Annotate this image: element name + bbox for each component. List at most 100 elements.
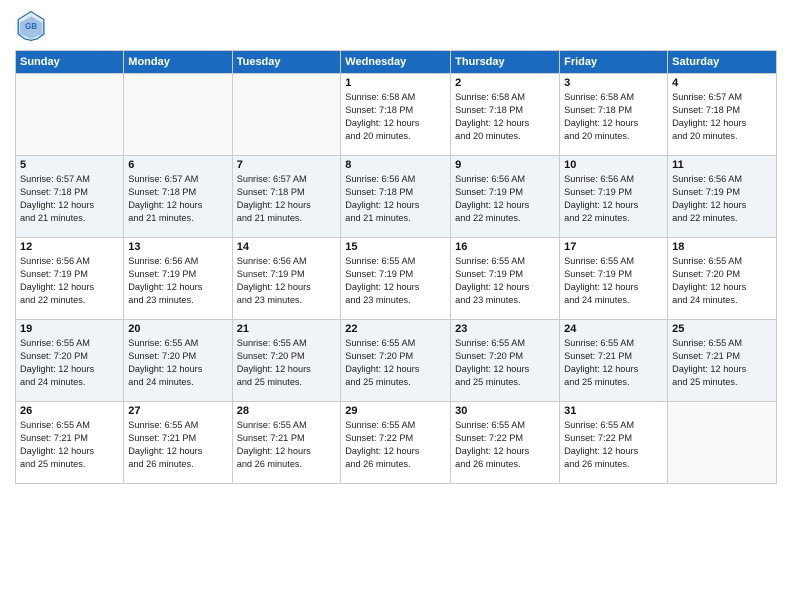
day-number: 31 [564, 405, 663, 417]
calendar-cell: 22 Sunrise: 6:55 AM Sunset: 7:20 PM Dayli… [341, 320, 451, 402]
calendar-cell: 27 Sunrise: 6:55 AM Sunset: 7:21 PM Dayli… [124, 402, 232, 484]
cell-info: Sunrise: 6:55 AM Sunset: 7:20 PM Dayligh… [672, 255, 772, 307]
calendar-cell: 17 Sunrise: 6:55 AM Sunset: 7:19 PM Dayli… [560, 238, 668, 320]
day-number: 24 [564, 323, 663, 335]
day-number: 10 [564, 159, 663, 171]
cell-info: Sunrise: 6:55 AM Sunset: 7:22 PM Dayligh… [345, 419, 446, 471]
day-number: 15 [345, 241, 446, 253]
day-number: 4 [672, 77, 772, 89]
calendar-cell: 31 Sunrise: 6:55 AM Sunset: 7:22 PM Dayli… [560, 402, 668, 484]
calendar-cell: 18 Sunrise: 6:55 AM Sunset: 7:20 PM Dayli… [668, 238, 777, 320]
cell-info: Sunrise: 6:55 AM Sunset: 7:19 PM Dayligh… [564, 255, 663, 307]
page: GB SundayMondayTuesdayWednesdayThursdayF… [0, 0, 792, 612]
cell-info: Sunrise: 6:58 AM Sunset: 7:18 PM Dayligh… [564, 91, 663, 143]
week-row-3: 19 Sunrise: 6:55 AM Sunset: 7:20 PM Dayli… [16, 320, 777, 402]
day-number: 19 [20, 323, 119, 335]
cell-info: Sunrise: 6:57 AM Sunset: 7:18 PM Dayligh… [672, 91, 772, 143]
cell-info: Sunrise: 6:55 AM Sunset: 7:19 PM Dayligh… [455, 255, 555, 307]
day-number: 12 [20, 241, 119, 253]
calendar-cell: 25Sunrise: 6:55 AM Sunset: 7:21 PM Dayli… [668, 320, 777, 402]
week-row-4: 26 Sunrise: 6:55 AM Sunset: 7:21 PM Dayli… [16, 402, 777, 484]
cell-info: Sunrise: 6:55 AM Sunset: 7:21 PM Dayligh… [672, 337, 772, 389]
cell-info: Sunrise: 6:55 AM Sunset: 7:22 PM Dayligh… [455, 419, 555, 471]
week-row-1: 5 Sunrise: 6:57 AM Sunset: 7:18 PM Daylig… [16, 156, 777, 238]
cell-info: Sunrise: 6:58 AM Sunset: 7:18 PM Dayligh… [345, 91, 446, 143]
cell-info: Sunrise: 6:55 AM Sunset: 7:20 PM Dayligh… [20, 337, 119, 389]
calendar-cell [668, 402, 777, 484]
cell-info: Sunrise: 6:55 AM Sunset: 7:22 PM Dayligh… [564, 419, 663, 471]
day-number: 13 [128, 241, 227, 253]
calendar-cell: 12 Sunrise: 6:56 AM Sunset: 7:19 PM Dayli… [16, 238, 124, 320]
day-number: 7 [237, 159, 337, 171]
week-row-2: 12 Sunrise: 6:56 AM Sunset: 7:19 PM Dayli… [16, 238, 777, 320]
day-number: 21 [237, 323, 337, 335]
calendar-cell: 13Sunrise: 6:56 AM Sunset: 7:19 PM Dayli… [124, 238, 232, 320]
cell-info: Sunrise: 6:55 AM Sunset: 7:20 PM Dayligh… [345, 337, 446, 389]
calendar-table: SundayMondayTuesdayWednesdayThursdayFrid… [15, 50, 777, 484]
calendar-cell: 29 Sunrise: 6:55 AM Sunset: 7:22 PM Dayli… [341, 402, 451, 484]
day-number: 16 [455, 241, 555, 253]
day-number: 26 [20, 405, 119, 417]
cell-info: Sunrise: 6:55 AM Sunset: 7:19 PM Dayligh… [345, 255, 446, 307]
calendar-cell [124, 74, 232, 156]
cell-info: Sunrise: 6:57 AM Sunset: 7:18 PM Dayligh… [237, 173, 337, 225]
day-number: 29 [345, 405, 446, 417]
day-number: 20 [128, 323, 227, 335]
day-number: 27 [128, 405, 227, 417]
svg-text:GB: GB [25, 22, 37, 31]
calendar-cell: 4 Sunrise: 6:57 AM Sunset: 7:18 PM Daylig… [668, 74, 777, 156]
calendar-cell: 20 Sunrise: 6:55 AM Sunset: 7:20 PM Dayli… [124, 320, 232, 402]
day-header-sunday: Sunday [16, 51, 124, 74]
cell-info: Sunrise: 6:56 AM Sunset: 7:19 PM Dayligh… [564, 173, 663, 225]
cell-info: Sunrise: 6:56 AM Sunset: 7:18 PM Dayligh… [345, 173, 446, 225]
day-number: 5 [20, 159, 119, 171]
calendar-cell: 16 Sunrise: 6:55 AM Sunset: 7:19 PM Dayli… [451, 238, 560, 320]
calendar-cell: 9 Sunrise: 6:56 AM Sunset: 7:19 PM Daylig… [451, 156, 560, 238]
calendar-cell: 23Sunrise: 6:55 AM Sunset: 7:20 PM Dayli… [451, 320, 560, 402]
cell-info: Sunrise: 6:55 AM Sunset: 7:21 PM Dayligh… [128, 419, 227, 471]
calendar-cell: 1 Sunrise: 6:58 AM Sunset: 7:18 PM Daylig… [341, 74, 451, 156]
cell-info: Sunrise: 6:57 AM Sunset: 7:18 PM Dayligh… [20, 173, 119, 225]
cell-info: Sunrise: 6:56 AM Sunset: 7:19 PM Dayligh… [237, 255, 337, 307]
calendar-cell: 11 Sunrise: 6:56 AM Sunset: 7:19 PM Dayli… [668, 156, 777, 238]
cell-info: Sunrise: 6:55 AM Sunset: 7:20 PM Dayligh… [455, 337, 555, 389]
calendar-cell: 6 Sunrise: 6:57 AM Sunset: 7:18 PM Daylig… [124, 156, 232, 238]
day-header-saturday: Saturday [668, 51, 777, 74]
day-number: 22 [345, 323, 446, 335]
calendar-cell [232, 74, 341, 156]
day-number: 17 [564, 241, 663, 253]
cell-info: Sunrise: 6:57 AM Sunset: 7:18 PM Dayligh… [128, 173, 227, 225]
day-number: 6 [128, 159, 227, 171]
cell-info: Sunrise: 6:55 AM Sunset: 7:21 PM Dayligh… [20, 419, 119, 471]
day-header-friday: Friday [560, 51, 668, 74]
day-header-row: SundayMondayTuesdayWednesdayThursdayFrid… [16, 51, 777, 74]
cell-info: Sunrise: 6:55 AM Sunset: 7:20 PM Dayligh… [128, 337, 227, 389]
cell-info: Sunrise: 6:58 AM Sunset: 7:18 PM Dayligh… [455, 91, 555, 143]
logo: GB [15, 10, 51, 42]
day-number: 8 [345, 159, 446, 171]
cell-info: Sunrise: 6:56 AM Sunset: 7:19 PM Dayligh… [455, 173, 555, 225]
cell-info: Sunrise: 6:56 AM Sunset: 7:19 PM Dayligh… [20, 255, 119, 307]
day-number: 2 [455, 77, 555, 89]
day-number: 14 [237, 241, 337, 253]
cell-info: Sunrise: 6:55 AM Sunset: 7:21 PM Dayligh… [237, 419, 337, 471]
day-header-monday: Monday [124, 51, 232, 74]
calendar-cell: 30 Sunrise: 6:55 AM Sunset: 7:22 PM Dayli… [451, 402, 560, 484]
calendar-cell: 5 Sunrise: 6:57 AM Sunset: 7:18 PM Daylig… [16, 156, 124, 238]
calendar-cell: 8 Sunrise: 6:56 AM Sunset: 7:18 PM Daylig… [341, 156, 451, 238]
logo-icon: GB [15, 10, 47, 42]
day-number: 18 [672, 241, 772, 253]
cell-info: Sunrise: 6:55 AM Sunset: 7:20 PM Dayligh… [237, 337, 337, 389]
calendar-cell [16, 74, 124, 156]
day-number: 9 [455, 159, 555, 171]
header: GB [15, 10, 777, 42]
calendar-cell: 26 Sunrise: 6:55 AM Sunset: 7:21 PM Dayli… [16, 402, 124, 484]
cell-info: Sunrise: 6:56 AM Sunset: 7:19 PM Dayligh… [672, 173, 772, 225]
day-header-wednesday: Wednesday [341, 51, 451, 74]
day-number: 11 [672, 159, 772, 171]
calendar-cell: 24 Sunrise: 6:55 AM Sunset: 7:21 PM Dayli… [560, 320, 668, 402]
cell-info: Sunrise: 6:55 AM Sunset: 7:21 PM Dayligh… [564, 337, 663, 389]
day-number: 30 [455, 405, 555, 417]
day-number: 1 [345, 77, 446, 89]
calendar-cell: 28Sunrise: 6:55 AM Sunset: 7:21 PM Dayli… [232, 402, 341, 484]
